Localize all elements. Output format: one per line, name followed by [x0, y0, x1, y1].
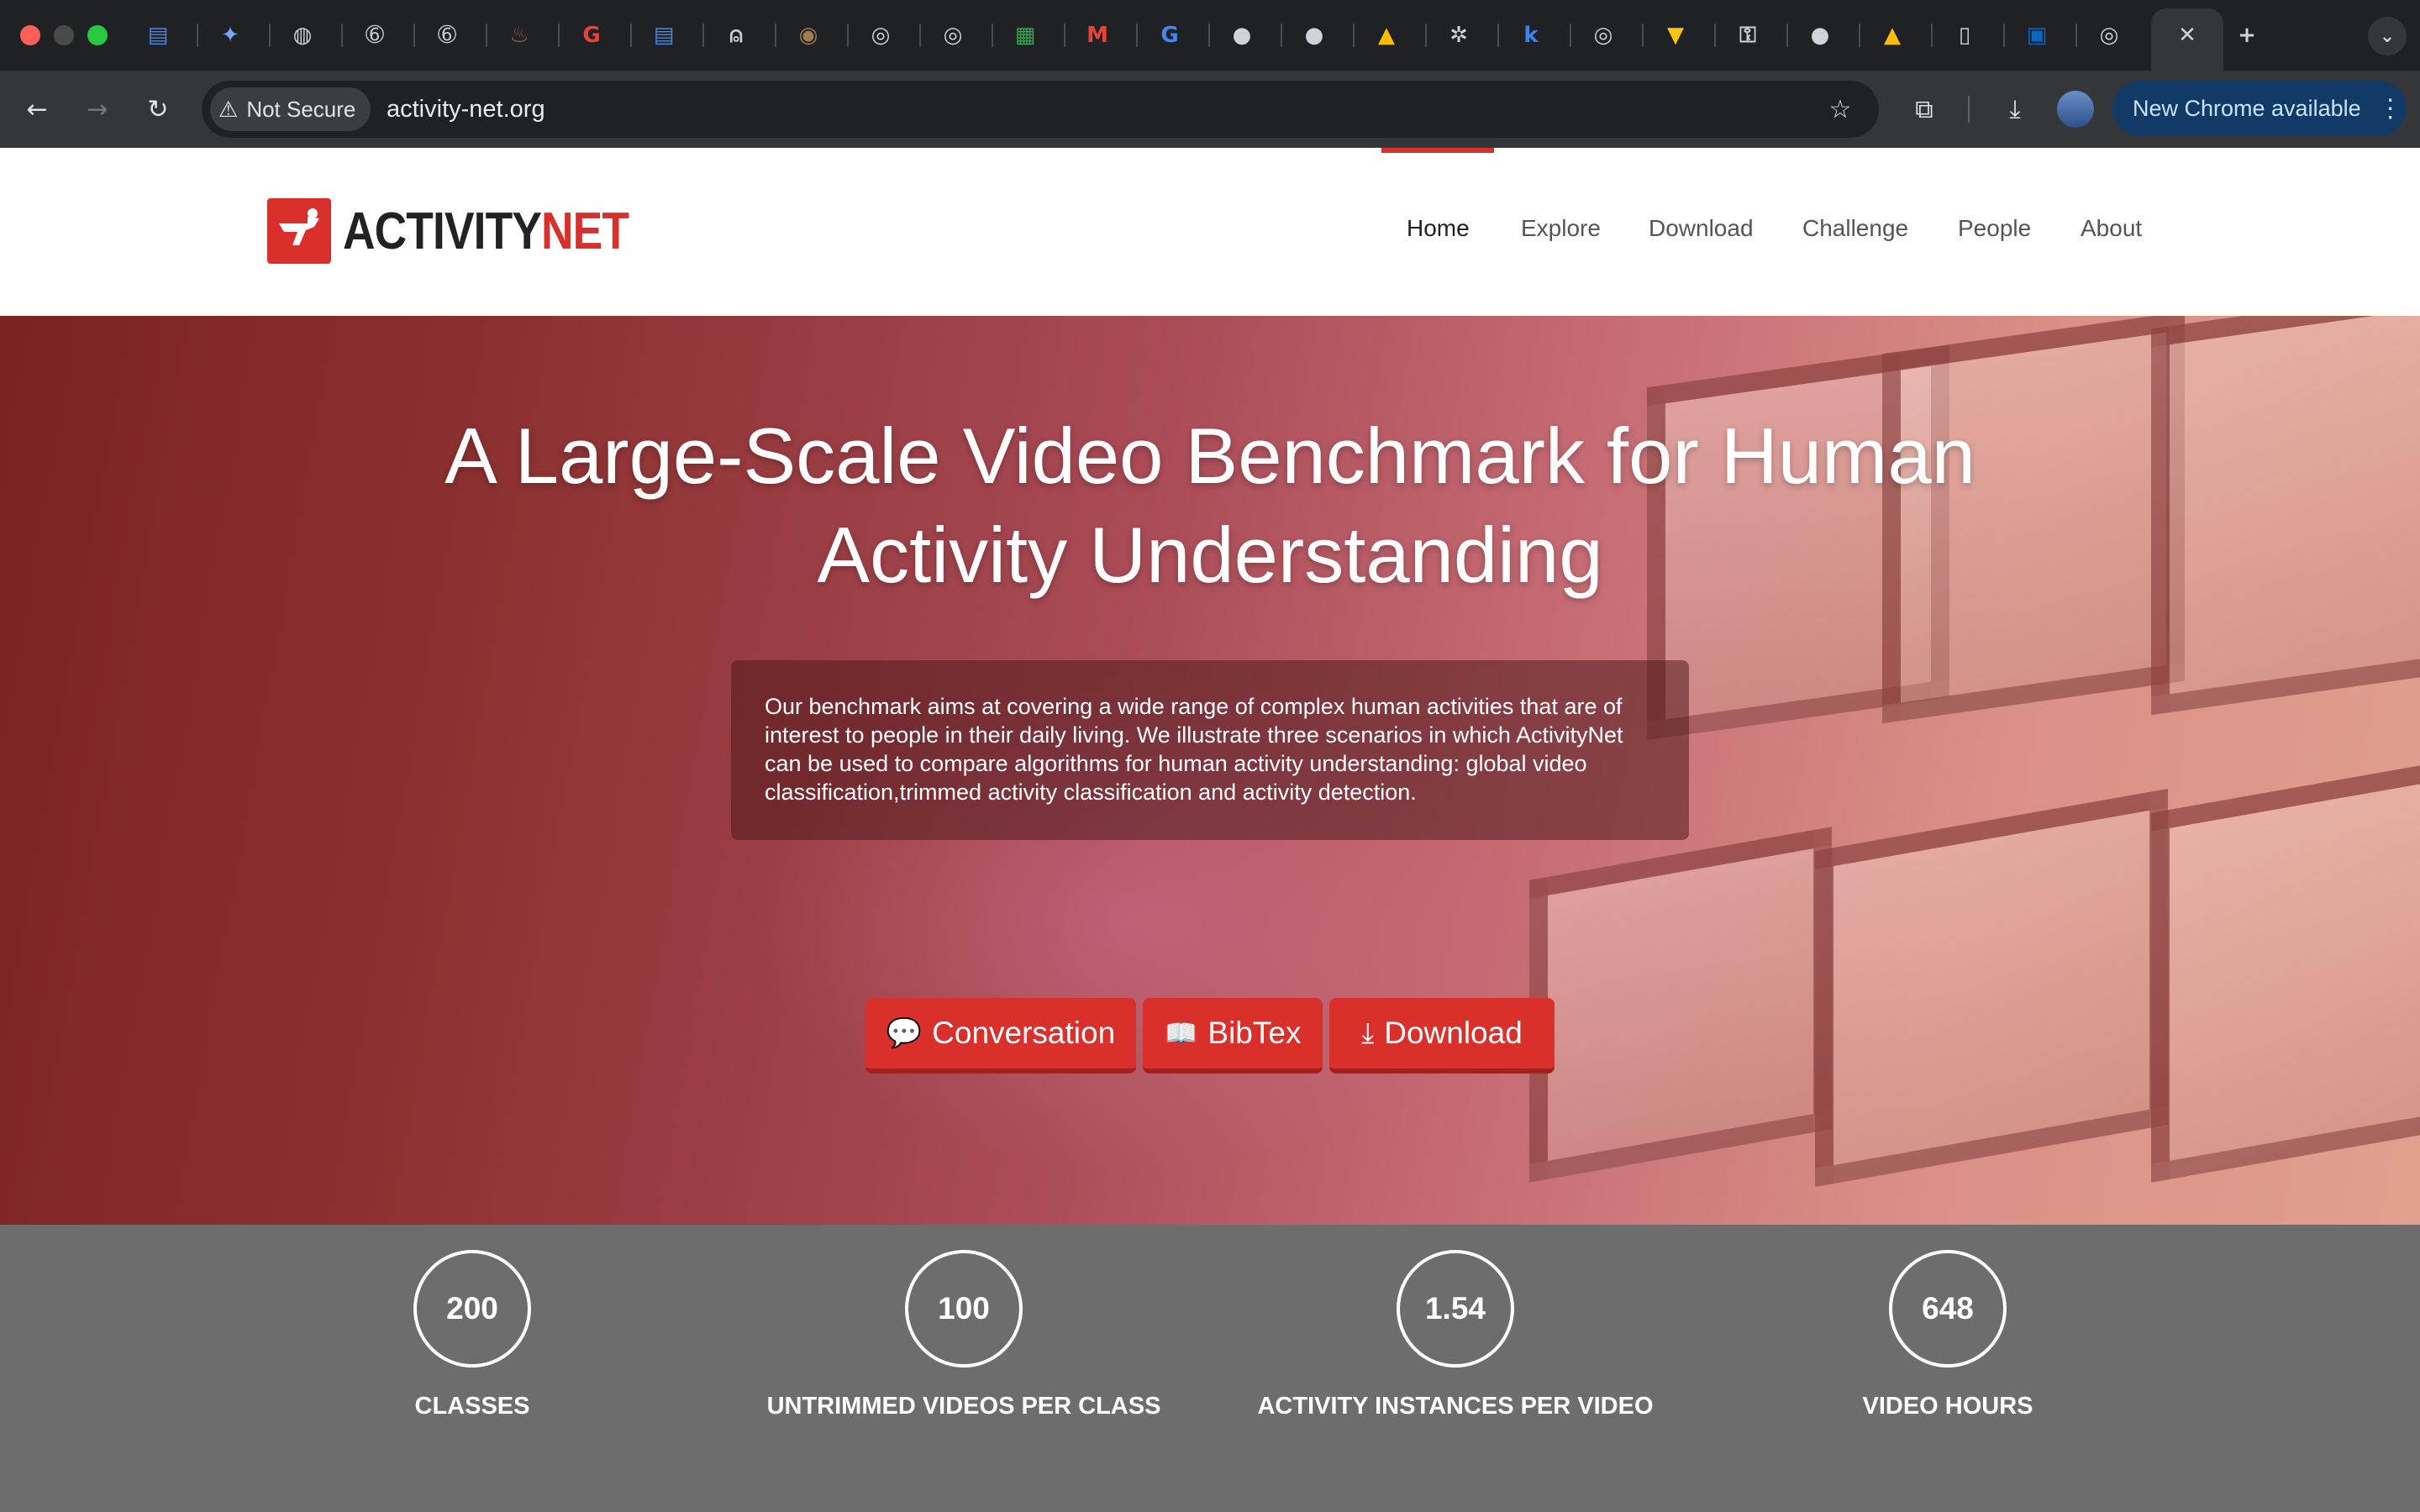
- linkedin-tab-icon[interactable]: ▣: [2020, 18, 2054, 52]
- chrome-tab-icon-2[interactable]: ◎: [936, 18, 970, 52]
- stat-hours-label: VIDEO HOURS: [1862, 1393, 2033, 1420]
- active-nav-indicator: [1381, 148, 1494, 153]
- extensions-icon[interactable]: ⧉: [1904, 89, 1944, 129]
- github-tab-icon-2[interactable]: ●: [1297, 18, 1331, 52]
- film-frame-image: [1815, 788, 2168, 1188]
- seal-tab-icon-2[interactable]: ◉: [792, 18, 825, 52]
- hero-description: Our benchmark aims at covering a wide ra…: [731, 660, 1689, 840]
- film-frame-image: [2151, 759, 2420, 1183]
- openai-tab-icon[interactable]: ✲: [1442, 18, 1476, 52]
- conversation-button-label: Conversation: [932, 1016, 1116, 1050]
- close-window-button[interactable]: [20, 25, 40, 45]
- chrome-tab-icon-3[interactable]: ◎: [1586, 18, 1620, 52]
- url-text[interactable]: activity-net.org: [387, 91, 545, 128]
- bookmark-star-icon[interactable]: ☆: [1820, 89, 1860, 129]
- github-tab-icon-3[interactable]: ●: [1803, 18, 1837, 52]
- profile-avatar[interactable]: [2057, 91, 2094, 128]
- k-tab-icon[interactable]: k: [1514, 18, 1548, 52]
- download-button[interactable]: ⤓ Download: [1329, 998, 1555, 1074]
- nav-challenge[interactable]: Challenge: [1802, 215, 1908, 242]
- nav-download[interactable]: Download: [1649, 215, 1754, 242]
- bibtex-button[interactable]: 📖 BibTex: [1143, 998, 1323, 1074]
- seal-tab-icon[interactable]: ♨: [502, 18, 536, 52]
- docs-tab-icon-2[interactable]: ▤: [647, 18, 681, 52]
- page-tab-icon[interactable]: ▯: [1948, 18, 1981, 52]
- active-tab[interactable]: ✕: [2151, 8, 2223, 71]
- tab-search-icon[interactable]: ⌄: [2368, 17, 2407, 55]
- sheets-tab-icon[interactable]: ▦: [1008, 18, 1042, 52]
- logo-text-part1: ACTIVITY: [343, 202, 542, 260]
- gmail-tab-icon[interactable]: M: [1081, 18, 1114, 52]
- nav-explore[interactable]: Explore: [1521, 215, 1601, 242]
- comment-icon: 💬: [886, 1017, 923, 1049]
- hero-section: A Large-Scale Video Benchmark for Human …: [0, 316, 2420, 1225]
- rocket-tab-icon[interactable]: ⍝: [719, 18, 753, 52]
- back-icon[interactable]: ←: [17, 89, 57, 129]
- stat-classes-value: 200: [413, 1250, 531, 1368]
- nav-people[interactable]: People: [1958, 215, 2031, 242]
- logo-wordmark: ACTIVITY NET: [343, 202, 629, 261]
- logo-text-part2: NET: [541, 202, 629, 260]
- minimize-window-button[interactable]: [54, 25, 74, 45]
- docs-tab-icon[interactable]: ▤: [141, 18, 175, 52]
- forward-icon[interactable]: →: [77, 89, 118, 129]
- more-menu-icon[interactable]: ⋮: [2378, 94, 2403, 123]
- toolbar-divider: [1968, 96, 1970, 123]
- update-chrome-label: New Chrome available: [2133, 95, 2361, 121]
- film-frame-image: [1529, 827, 1832, 1183]
- download-button-label: Download: [1384, 1016, 1523, 1050]
- book-icon: 📖: [1164, 1018, 1198, 1048]
- spiral-tab-icon[interactable]: ➅: [358, 18, 392, 52]
- site-logo[interactable]: ACTIVITY NET: [267, 197, 675, 265]
- stats-section: 200 CLASSES 100 UNTRIMMED VIDEOS PER CLA…: [0, 1225, 2420, 1512]
- nav-about[interactable]: About: [2081, 215, 2142, 242]
- maximize-window-button[interactable]: [87, 25, 108, 45]
- key-tab-icon[interactable]: ⚿: [1731, 18, 1765, 52]
- new-tab-button[interactable]: +: [2230, 18, 2264, 52]
- tab-strip: ▤ ✦ ◍ ➅ ➅ ♨ G ▤ ⍝ ◉ ◎ ◎ ▦ M G ● ● ▲ ✲ k …: [0, 0, 2420, 71]
- gemini-tab-icon[interactable]: ✦: [213, 18, 247, 52]
- conversation-button[interactable]: 💬 Conversation: [865, 998, 1136, 1074]
- chrome-tab-icon-4[interactable]: ◎: [2092, 18, 2126, 52]
- nav-home[interactable]: Home: [1407, 215, 1470, 242]
- reload-icon[interactable]: ↻: [138, 89, 178, 129]
- stat-hours-value: 648: [1889, 1250, 2007, 1368]
- page: ACTIVITY NET Home Explore Download Chall…: [0, 148, 2420, 1512]
- site-navbar: ACTIVITY NET Home Explore Download Chall…: [0, 148, 2420, 316]
- update-chrome-button[interactable]: New Chrome available ⋮: [2112, 81, 2407, 136]
- google-tab-icon[interactable]: G: [575, 18, 608, 52]
- google-tab-icon-2[interactable]: G: [1153, 18, 1186, 52]
- chrome-tab-icon[interactable]: ◎: [864, 18, 897, 52]
- film-frame-image: [2151, 316, 2420, 716]
- drive-tab-icon-2[interactable]: ▲: [1876, 18, 1909, 52]
- drive-tab-icon[interactable]: ▲: [1370, 18, 1403, 52]
- security-chip[interactable]: ⚠ Not Secure: [210, 87, 371, 131]
- globe-tab-icon[interactable]: ◍: [286, 18, 319, 52]
- downloads-icon[interactable]: ⤓: [1995, 89, 2035, 129]
- download-icon: ⤓: [1361, 1016, 1375, 1049]
- github-tab-icon[interactable]: ●: [1225, 18, 1259, 52]
- security-label: Not Secure: [246, 96, 356, 122]
- filter-tab-icon[interactable]: ▼: [1659, 18, 1692, 52]
- hero-title: A Large-Scale Video Benchmark for Human …: [445, 412, 1975, 599]
- logo-mark-icon: [267, 198, 331, 264]
- warning-icon: ⚠: [218, 96, 239, 122]
- close-tab-icon[interactable]: ✕: [2170, 18, 2204, 52]
- stat-instances-value: 1.54: [1397, 1250, 1514, 1368]
- spiral-tab-icon-2[interactable]: ➅: [430, 18, 464, 52]
- stat-videos-value: 100: [905, 1250, 1023, 1368]
- bibtex-button-label: BibTex: [1207, 1016, 1302, 1050]
